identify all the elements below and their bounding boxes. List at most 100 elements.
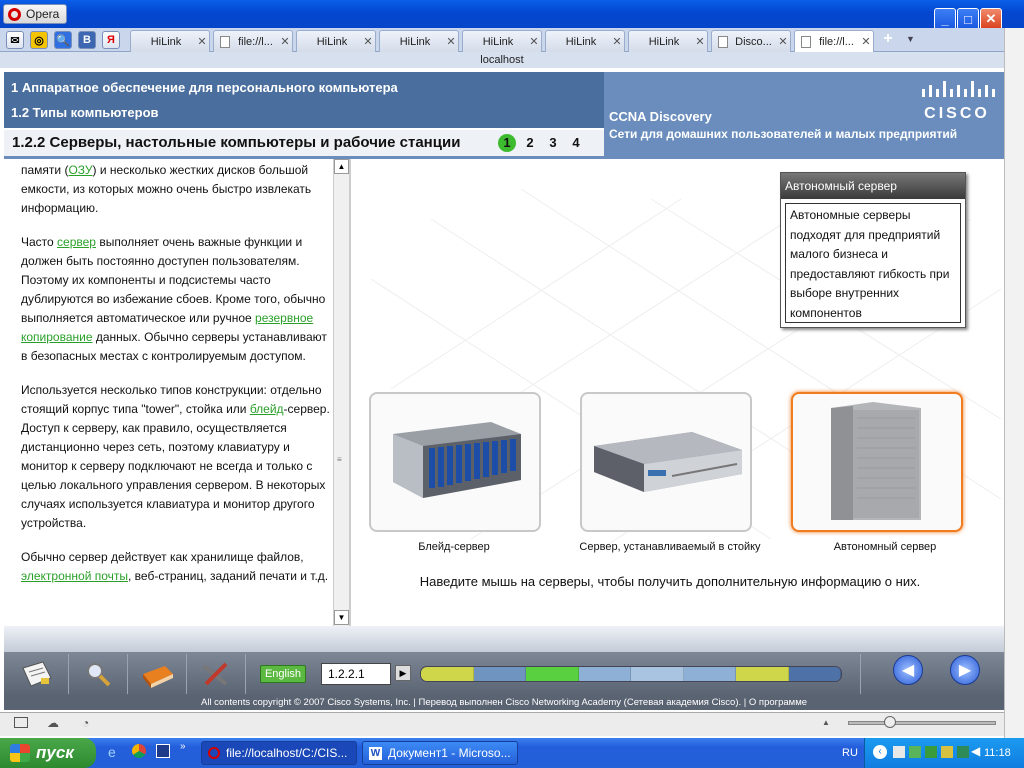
ie-icon[interactable]: e bbox=[108, 744, 116, 760]
browser-tab[interactable]: HiLink ✕ bbox=[462, 30, 542, 52]
document-icon bbox=[718, 35, 728, 48]
language-indicator[interactable]: RU bbox=[842, 747, 858, 759]
maximize-button[interactable]: □ bbox=[957, 8, 979, 30]
progress-segment[interactable] bbox=[473, 667, 526, 681]
close-tab-icon[interactable]: ✕ bbox=[610, 35, 624, 48]
language-button[interactable]: English bbox=[260, 665, 306, 683]
close-tab-icon[interactable]: ✕ bbox=[444, 35, 458, 48]
page-4-link[interactable]: 4 bbox=[567, 134, 585, 152]
zoom-slider[interactable] bbox=[848, 721, 996, 725]
address-bar[interactable]: localhost bbox=[0, 52, 1004, 68]
search-icon[interactable] bbox=[69, 656, 127, 692]
scroll-up-icon[interactable]: ▲ bbox=[334, 159, 349, 174]
opera-menu-button[interactable]: Opera bbox=[3, 4, 67, 24]
progress-segment[interactable] bbox=[631, 667, 684, 681]
tab-menu-icon[interactable]: ▼ bbox=[906, 34, 915, 44]
close-tab-icon[interactable]: ✕ bbox=[776, 35, 790, 48]
tray-expand-icon[interactable]: ‹ bbox=[873, 745, 887, 759]
background-window-edge bbox=[1004, 28, 1024, 738]
close-tab-icon[interactable]: ✕ bbox=[693, 35, 707, 48]
tools-icon[interactable] bbox=[187, 656, 245, 692]
blade-server-card[interactable] bbox=[369, 392, 541, 532]
close-tab-icon[interactable]: ✕ bbox=[527, 35, 541, 48]
subchapter-title: 1.2 Типы компьютеров bbox=[11, 105, 159, 120]
zoom-up-icon[interactable]: ▲ bbox=[822, 718, 830, 727]
browser-tab[interactable]: HiLink ✕ bbox=[545, 30, 625, 52]
progress-segment[interactable] bbox=[578, 667, 631, 681]
server-tooltip: Автономный сервер Автономные серверы под… bbox=[780, 172, 966, 328]
close-tab-icon[interactable]: ✕ bbox=[195, 35, 209, 48]
browser-tab[interactable]: HiLink ✕ bbox=[379, 30, 459, 52]
progress-segment[interactable] bbox=[421, 667, 474, 681]
cloud-icon[interactable]: ☁ bbox=[47, 716, 59, 730]
start-button[interactable]: пуск bbox=[0, 738, 96, 768]
paragraph-2: Часто сервер выполняет очень важные функ… bbox=[21, 235, 327, 363]
tab-label: HiLink bbox=[399, 35, 431, 48]
link-blade[interactable]: блейд bbox=[250, 402, 284, 416]
progress-segment[interactable] bbox=[736, 667, 789, 681]
page-1-link[interactable]: 1 bbox=[498, 134, 516, 152]
tray-app-icon[interactable] bbox=[941, 746, 953, 758]
start-label: пуск bbox=[36, 743, 74, 762]
link-email[interactable]: электронной почты bbox=[21, 569, 128, 583]
quick-button-icon[interactable]: 🔍 bbox=[54, 31, 72, 49]
glossary-book-icon[interactable] bbox=[128, 656, 186, 692]
quick-button-icon[interactable]: В bbox=[78, 31, 96, 49]
panel-toggle-icon[interactable] bbox=[14, 717, 28, 728]
next-page-button[interactable]: ▶ bbox=[950, 655, 980, 685]
cisco-logo-icon: CISCO bbox=[918, 79, 996, 122]
minimize-button[interactable]: _ bbox=[934, 8, 956, 30]
quicklaunch-more-icon[interactable]: » bbox=[180, 741, 186, 752]
browser-tab[interactable]: HiLink ✕ bbox=[296, 30, 376, 52]
page-3-link[interactable]: 3 bbox=[544, 134, 562, 152]
tray-app-icon[interactable] bbox=[909, 746, 921, 758]
quick-button-icon[interactable]: Я bbox=[102, 31, 120, 49]
page-2-link[interactable]: 2 bbox=[521, 134, 539, 152]
tray-app-icon[interactable] bbox=[925, 746, 937, 758]
speed-dial-icon[interactable]: ◔ bbox=[82, 716, 89, 730]
notes-icon[interactable] bbox=[8, 656, 66, 692]
close-window-button[interactable]: ✕ bbox=[980, 8, 1002, 30]
browser-tab[interactable]: HiLink ✕ bbox=[628, 30, 708, 52]
course-progress-bar[interactable] bbox=[420, 666, 842, 682]
close-tab-icon[interactable]: ✕ bbox=[361, 35, 375, 48]
tab-label: HiLink bbox=[482, 35, 514, 48]
browser-tab[interactable]: HiLink ✕ bbox=[130, 30, 210, 52]
previous-page-button[interactable]: ◀ bbox=[893, 655, 923, 685]
close-tab-icon[interactable]: ✕ bbox=[859, 35, 873, 48]
close-tab-icon[interactable]: ✕ bbox=[278, 35, 292, 48]
browser-tab[interactable]: file://l... ✕ bbox=[794, 30, 874, 52]
document-icon bbox=[801, 35, 811, 48]
tower-server-card[interactable] bbox=[791, 392, 963, 532]
cisco-logo-text: CISCO bbox=[924, 105, 990, 122]
scroll-grip-icon[interactable]: ≡ bbox=[337, 455, 342, 464]
zoom-slider-knob[interactable] bbox=[884, 716, 896, 728]
tray-app-icon[interactable] bbox=[893, 746, 905, 758]
browser-title-bar bbox=[0, 0, 1024, 30]
new-tab-icon[interactable]: + bbox=[880, 30, 896, 48]
link-server[interactable]: сервер bbox=[57, 235, 96, 249]
windows-flag-icon bbox=[10, 744, 30, 762]
chrome-icon[interactable] bbox=[132, 744, 146, 758]
lesson-text-panel: памяти (ОЗУ) и несколько жестких дисков … bbox=[4, 159, 344, 626]
progress-segment[interactable] bbox=[526, 667, 579, 681]
link-ram[interactable]: ОЗУ bbox=[68, 163, 92, 177]
text-scrollbar[interactable]: ▲ ≡ ▼ bbox=[333, 159, 349, 626]
progress-segment[interactable] bbox=[683, 667, 736, 681]
go-to-page-icon[interactable]: ▶ bbox=[395, 665, 411, 681]
volume-icon[interactable]: ◀ bbox=[971, 744, 980, 758]
task-opera[interactable]: file://localhost/C:/CIS... bbox=[201, 741, 357, 765]
quicklaunch-icon[interactable] bbox=[156, 744, 170, 758]
browser-tab[interactable]: file://l... ✕ bbox=[213, 30, 293, 52]
page-number-input[interactable]: 1.2.2.1 bbox=[321, 663, 391, 685]
browser-tab[interactable]: Disco... ✕ bbox=[711, 30, 791, 52]
task-word[interactable]: W Документ1 - Microso... bbox=[362, 741, 518, 765]
tooltip-body: Автономные серверы подходят для предприя… bbox=[785, 203, 961, 323]
quick-button-icon[interactable]: ✉ bbox=[6, 31, 24, 49]
quick-button-icon[interactable]: ◎ bbox=[30, 31, 48, 49]
tray-app-icon[interactable] bbox=[957, 746, 969, 758]
rack-server-card[interactable] bbox=[580, 392, 752, 532]
scroll-down-icon[interactable]: ▼ bbox=[334, 610, 349, 625]
tab-label: HiLink bbox=[316, 35, 348, 48]
progress-segment[interactable] bbox=[788, 667, 841, 681]
